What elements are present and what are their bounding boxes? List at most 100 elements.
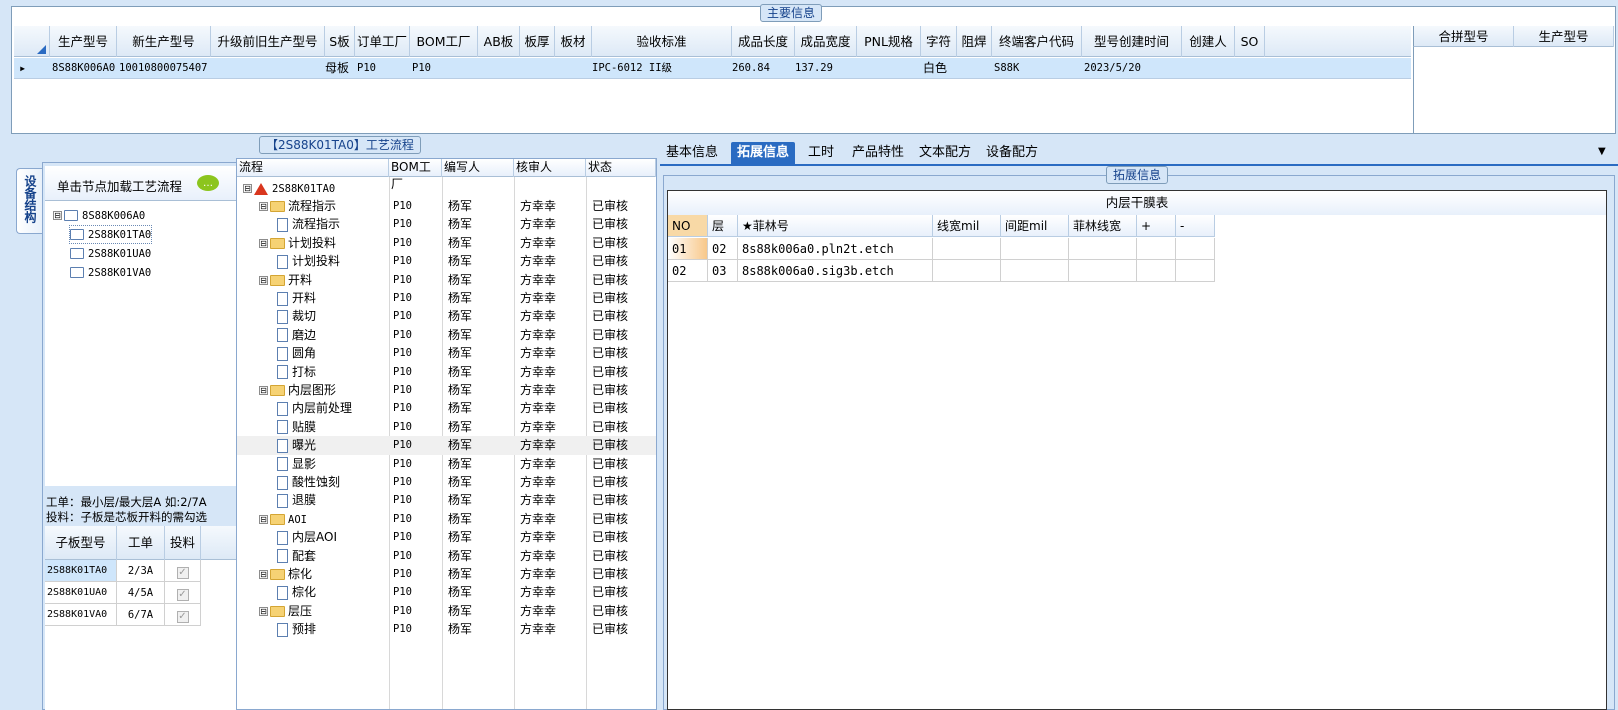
tree-toggle-icon[interactable]: ⊟ bbox=[53, 211, 62, 220]
inner-cell-empty[interactable] bbox=[1176, 238, 1215, 260]
inner-cell-empty[interactable] bbox=[1069, 238, 1137, 260]
process-row[interactable]: 曝光 P10 杨军 方幸幸 已审核 bbox=[237, 436, 656, 456]
process-col-header[interactable]: 编写人 bbox=[442, 159, 514, 177]
main-col-header[interactable]: 生产型号 bbox=[50, 26, 117, 57]
inner-col-header[interactable]: 间距mil bbox=[1001, 215, 1069, 237]
tab-1[interactable]: 拓展信息 bbox=[731, 142, 796, 166]
process-row[interactable]: 配套 P10 杨军 方幸幸 已审核 bbox=[237, 547, 656, 566]
main-grid-row[interactable]: ▸ 8S88K006A0 10010800075407 母板 P10 P10 IPC-60… bbox=[14, 58, 1411, 79]
inner-col-header[interactable]: + bbox=[1137, 215, 1176, 237]
inner-col-header[interactable]: 线宽mil bbox=[933, 215, 1001, 237]
process-col-header[interactable]: BOM工厂 bbox=[389, 159, 442, 191]
process-name: 计划投料 bbox=[288, 235, 337, 250]
process-row[interactable]: 开料 P10 杨军 方幸幸 已审核 bbox=[237, 289, 656, 308]
main-col-header[interactable]: PNL规格 bbox=[857, 26, 921, 57]
tree-node[interactable]: ⊟ 8S88K006A0 bbox=[53, 207, 145, 224]
main-col-header[interactable]: S板 bbox=[325, 26, 355, 57]
tab-2[interactable]: 工时 bbox=[802, 142, 840, 166]
main-col-header[interactable]: 字符 bbox=[921, 26, 957, 57]
process-row[interactable]: ⊟ 层压 P10 杨军 方幸幸 已审核 bbox=[237, 602, 656, 621]
process-col-header[interactable]: 流程 bbox=[237, 159, 389, 177]
process-reviewer: 方幸幸 bbox=[520, 401, 557, 416]
tab-5[interactable]: 设备配方 bbox=[980, 142, 1044, 166]
process-row[interactable]: ⊟ 内层图形 P10 杨军 方幸幸 已审核 bbox=[237, 381, 656, 400]
process-row[interactable]: 打标 P10 杨军 方幸幸 已审核 bbox=[237, 363, 656, 382]
feed-checkbox[interactable]: ✓ bbox=[176, 611, 189, 623]
feed-checkbox[interactable]: ✓ bbox=[176, 567, 189, 579]
tab-0[interactable]: 基本信息 bbox=[660, 142, 724, 166]
process-root-row[interactable]: ⊟ 2S88K01TA0 bbox=[237, 179, 656, 198]
process-col-header[interactable]: 核审人 bbox=[514, 159, 586, 177]
tree-toggle-icon[interactable]: ⊟ bbox=[259, 606, 268, 616]
inner-cell-empty[interactable] bbox=[1176, 260, 1215, 282]
process-row[interactable]: ⊟ 流程指示 P10 杨军 方幸幸 已审核 bbox=[237, 197, 656, 216]
sub-col-header[interactable]: 工单 bbox=[117, 526, 165, 560]
process-row[interactable]: ⊟ 计划投料 P10 杨军 方幸幸 已审核 bbox=[237, 234, 656, 253]
process-row[interactable]: ⊟ AOI P10 杨军 方幸幸 已审核 bbox=[237, 510, 656, 529]
tree-toggle-icon[interactable]: ⊟ bbox=[259, 514, 268, 524]
main-col-header[interactable]: 成品宽度 bbox=[795, 26, 857, 57]
process-row[interactable]: 裁切 P10 杨军 方幸幸 已审核 bbox=[237, 307, 656, 326]
process-row[interactable]: 退膜 P10 杨军 方幸幸 已审核 bbox=[237, 491, 656, 510]
merge-col-header[interactable]: 生产型号 bbox=[1514, 26, 1614, 47]
tree-node[interactable]: 2S88K01TA0 bbox=[68, 225, 153, 244]
tree-node[interactable]: 2S88K01UA0 bbox=[70, 245, 151, 262]
process-row[interactable]: 棕化 P10 杨军 方幸幸 已审核 bbox=[237, 583, 656, 602]
main-col-header[interactable]: 终端客户代码 bbox=[992, 26, 1082, 57]
process-writer: 杨军 bbox=[448, 291, 473, 305]
main-col-header[interactable]: 验收标准 bbox=[592, 26, 732, 57]
tree-toggle-icon[interactable]: ⊟ bbox=[259, 238, 268, 248]
tree-node[interactable]: 2S88K01VA0 bbox=[70, 264, 151, 281]
inner-cell-empty[interactable] bbox=[933, 238, 1001, 260]
inner-cell-empty[interactable] bbox=[1001, 260, 1069, 282]
process-row[interactable]: 圆角 P10 杨军 方幸幸 已审核 bbox=[237, 344, 656, 363]
dropdown-icon[interactable]: ▼ bbox=[1598, 146, 1606, 157]
process-row[interactable]: 内层前处理 P10 杨军 方幸幸 已审核 bbox=[237, 399, 656, 418]
main-col-header[interactable]: 阻焊 bbox=[957, 26, 992, 57]
inner-cell-empty[interactable] bbox=[933, 260, 1001, 282]
main-col-header[interactable]: 创建人 bbox=[1182, 26, 1235, 57]
process-row[interactable]: ⊟ 棕化 P10 杨军 方幸幸 已审核 bbox=[237, 565, 656, 584]
inner-col-header[interactable]: - bbox=[1176, 215, 1215, 237]
process-row[interactable]: 磨边 P10 杨军 方幸幸 已审核 bbox=[237, 326, 656, 345]
main-col-header[interactable]: 升级前旧生产型号 bbox=[211, 26, 325, 57]
tree-toggle-icon[interactable]: ⊟ bbox=[259, 202, 268, 211]
process-row[interactable]: 流程指示 P10 杨军 方幸幸 已审核 bbox=[237, 215, 656, 234]
main-col-header[interactable]: 订单工厂 bbox=[355, 26, 410, 57]
inner-cell-empty[interactable] bbox=[1137, 238, 1176, 260]
process-row[interactable]: 预排 P10 杨军 方幸幸 已审核 bbox=[237, 620, 656, 639]
merge-col-header[interactable]: 合拼型号 bbox=[1414, 26, 1514, 47]
process-col-header[interactable]: 状态 bbox=[586, 159, 656, 177]
main-col-header[interactable]: 型号创建时间 bbox=[1082, 26, 1182, 57]
process-row[interactable]: 贴膜 P10 杨军 方幸幸 已审核 bbox=[237, 418, 656, 437]
inner-col-header[interactable]: 层 bbox=[708, 215, 738, 237]
inner-cell-empty[interactable] bbox=[1069, 260, 1137, 282]
inner-col-header[interactable]: 菲林线宽 bbox=[1069, 215, 1137, 237]
main-col-header[interactable]: 板厚 bbox=[520, 26, 555, 57]
main-col-header[interactable]: 新生产型号 bbox=[117, 26, 211, 57]
main-col-header[interactable]: SO bbox=[1235, 26, 1265, 57]
feed-checkbox[interactable]: ✓ bbox=[176, 589, 189, 601]
process-row[interactable]: 显影 P10 杨军 方幸幸 已审核 bbox=[237, 455, 656, 474]
tab-4[interactable]: 文本配方 bbox=[913, 142, 977, 166]
process-row[interactable]: 酸性蚀刻 P10 杨军 方幸幸 已审核 bbox=[237, 473, 656, 492]
tree-toggle-icon[interactable]: ⊟ bbox=[259, 275, 268, 285]
tab-device-structure[interactable]: 设备结构 bbox=[16, 168, 44, 234]
sub-col-header[interactable]: 子板型号 bbox=[45, 526, 117, 560]
tree-toggle-icon[interactable]: ⊟ bbox=[243, 184, 252, 193]
inner-col-header[interactable]: ★菲林号 bbox=[738, 215, 933, 237]
tab-3[interactable]: 产品特性 bbox=[846, 142, 910, 166]
process-row[interactable]: 计划投料 P10 杨军 方幸幸 已审核 bbox=[237, 252, 656, 271]
main-col-header[interactable]: 成品长度 bbox=[732, 26, 795, 57]
sub-col-header[interactable]: 投料 bbox=[165, 526, 201, 560]
inner-cell-empty[interactable] bbox=[1137, 260, 1176, 282]
tree-toggle-icon[interactable]: ⊟ bbox=[259, 570, 268, 579]
inner-cell-empty[interactable] bbox=[1001, 238, 1069, 260]
process-row[interactable]: ⊟ 开料 P10 杨军 方幸幸 已审核 bbox=[237, 271, 656, 290]
inner-col-header[interactable]: NO bbox=[668, 215, 708, 237]
tree-toggle-icon[interactable]: ⊟ bbox=[259, 386, 268, 395]
process-row[interactable]: 内层AOI P10 杨军 方幸幸 已审核 bbox=[237, 528, 656, 547]
main-col-header[interactable]: AB板 bbox=[478, 26, 520, 57]
main-col-header[interactable]: BOM工厂 bbox=[410, 26, 478, 57]
main-col-header[interactable]: 板材 bbox=[555, 26, 592, 57]
